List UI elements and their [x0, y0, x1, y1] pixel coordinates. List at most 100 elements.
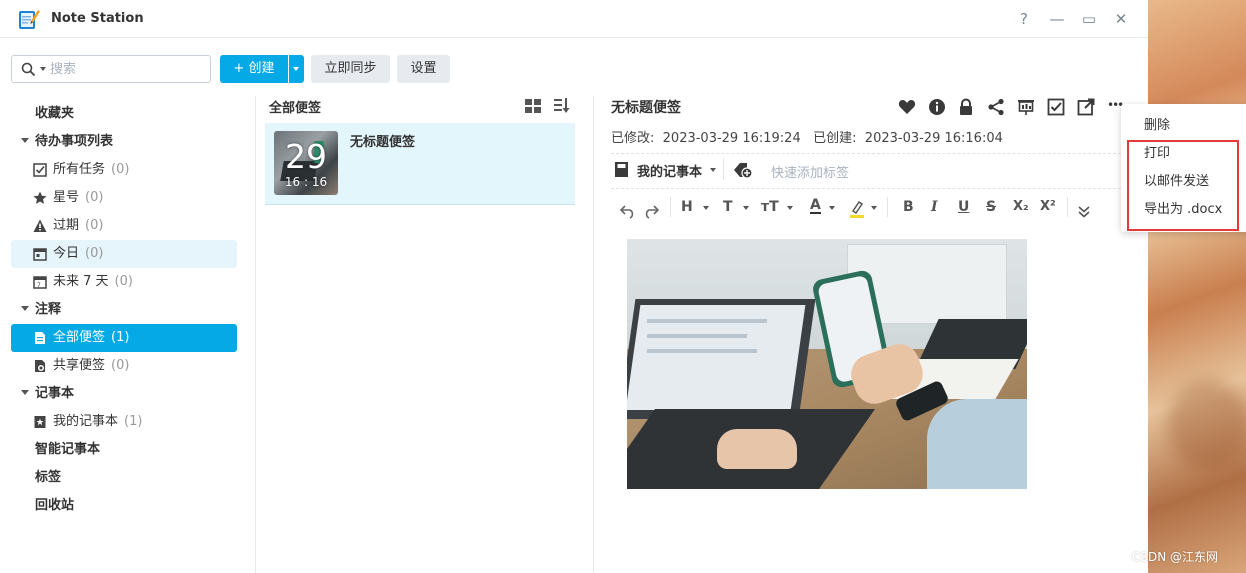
- notebook-name: 我的记事本: [637, 165, 703, 180]
- add-tag-icon[interactable]: [733, 162, 753, 179]
- sidebar-item-label: 我的记事本: [53, 414, 119, 429]
- sync-now-button[interactable]: 立即同步: [311, 55, 390, 83]
- created-time: 2023-03-29 16:16:04: [864, 131, 1003, 146]
- sidebar-item-label: 全部便签: [53, 330, 106, 345]
- notes-list-title: 全部便签: [269, 101, 322, 116]
- italic-button[interactable]: I: [931, 196, 938, 218]
- sidebar-section-notebooks[interactable]: 记事本: [11, 380, 74, 408]
- note-meta: 已修改: 2023-03-29 16:19:24 已创建: 2023-03-29…: [611, 131, 1003, 146]
- sidebar-item-overdue[interactable]: 过期 (0): [11, 212, 237, 240]
- count-badge: (0): [85, 190, 104, 205]
- sidebar-item-all-notes[interactable]: 全部便签 (1): [11, 324, 237, 352]
- presentation-icon[interactable]: [1017, 98, 1037, 118]
- settings-button[interactable]: 设置: [397, 55, 450, 83]
- sidebar-item-label: 过期: [53, 218, 80, 233]
- chevron-down-icon: [787, 206, 793, 210]
- star-icon: [33, 191, 47, 204]
- calendar-week-icon: 7: [33, 276, 47, 289]
- sidebar-item-label: 所有任务: [53, 162, 106, 177]
- search-icon: [21, 62, 36, 77]
- sort-icon[interactable]: [554, 98, 570, 114]
- sidebar-item-today[interactable]: 今日 (0): [11, 240, 237, 268]
- checkbox-icon: [33, 163, 47, 177]
- sidebar-item-label: 星号: [53, 190, 80, 205]
- sidebar-item-shared-notes[interactable]: 共享便签 (0): [11, 352, 237, 380]
- sidebar-item-smart-notebook[interactable]: 智能记事本: [35, 436, 100, 464]
- sidebar-item-tags[interactable]: 标签: [35, 464, 61, 492]
- underline-button[interactable]: U: [958, 196, 969, 218]
- note-day: 29: [285, 137, 327, 176]
- notebook-icon: [615, 162, 628, 177]
- minimize-button[interactable]: —: [1047, 9, 1067, 29]
- note-station-window: Note Station ? — ▭ ✕ + 创建 立即同步 设置 收藏夹 待办…: [0, 0, 1148, 573]
- maximize-button[interactable]: ▭: [1079, 9, 1099, 29]
- sidebar-section-todo[interactable]: 待办事项列表: [11, 128, 113, 156]
- modified-time: 2023-03-29 16:19:24: [662, 131, 801, 146]
- note-thumbnail: 29 16 : 16: [274, 131, 338, 195]
- expand-toolbar-icon[interactable]: [1078, 201, 1090, 223]
- sidebar-item-my-notebook[interactable]: 我的记事本 (1): [11, 408, 237, 436]
- sidebar-section-notes[interactable]: 注释: [11, 296, 61, 324]
- chevron-down-icon: [703, 206, 709, 210]
- sidebar-item-recycle-bin[interactable]: 回收站: [35, 492, 74, 520]
- sidebar-item-label: 共享便签: [53, 358, 106, 373]
- info-icon[interactable]: [928, 98, 948, 118]
- collapse-arrow-icon: [21, 390, 29, 395]
- quick-add-tag-input[interactable]: 快速添加标签: [771, 162, 849, 181]
- font-button[interactable]: T: [723, 196, 733, 218]
- note-title-field[interactable]: 无标题便签: [611, 97, 681, 117]
- strikethrough-button[interactable]: S: [986, 196, 996, 218]
- menu-item-delete[interactable]: 删除: [1144, 116, 1170, 136]
- undo-icon[interactable]: [620, 200, 636, 222]
- window-title: Note Station: [51, 11, 144, 26]
- search-box[interactable]: [11, 55, 211, 83]
- watermark: CSDN @江东网: [1132, 550, 1219, 564]
- subscript-button[interactable]: X₂: [1013, 196, 1029, 218]
- highlight-annotation-box: [1127, 140, 1239, 231]
- svg-text:7: 7: [37, 282, 41, 289]
- superscript-button[interactable]: X²: [1040, 196, 1056, 218]
- highlight-icon[interactable]: [849, 198, 865, 220]
- redo-icon[interactable]: [643, 200, 659, 222]
- note-time: 16 : 16: [284, 175, 328, 189]
- note-card[interactable]: 29 16 : 16 无标题便签: [265, 123, 575, 205]
- todo-checkbox-icon[interactable]: [1047, 98, 1067, 118]
- bold-button[interactable]: B: [903, 196, 914, 218]
- collapse-arrow-icon: [21, 138, 29, 143]
- count-badge: (0): [111, 162, 130, 177]
- chevron-down-icon: [710, 168, 716, 172]
- title-bar: Note Station ? — ▭ ✕: [0, 0, 1148, 38]
- lock-icon[interactable]: [957, 98, 977, 118]
- open-in-new-window-icon[interactable]: [1077, 98, 1097, 118]
- divider: [611, 188, 1121, 189]
- create-dropdown-button[interactable]: [289, 55, 304, 83]
- notebook-icon: [34, 416, 46, 428]
- heading-button[interactable]: H: [681, 196, 693, 218]
- notes-list-panel: 全部便签 29 16 : 16 无标题便签: [257, 96, 594, 573]
- search-input[interactable]: [50, 60, 205, 78]
- divider: [611, 153, 1121, 154]
- notes-icon: [35, 332, 45, 344]
- sidebar-item-starred[interactable]: 星号 (0): [11, 184, 237, 212]
- sidebar-item-favorites[interactable]: 收藏夹: [35, 100, 74, 128]
- grid-view-icon[interactable]: [525, 99, 541, 113]
- formatting-toolbar: H T тT A B I U S X₂ X²: [615, 196, 1105, 220]
- create-button[interactable]: + 创建: [220, 55, 288, 83]
- search-options-caret-icon[interactable]: [40, 67, 46, 71]
- favorite-heart-icon[interactable]: [898, 98, 918, 118]
- note-image: [627, 239, 1027, 489]
- warning-icon: [33, 219, 47, 232]
- count-badge: (0): [85, 218, 104, 233]
- share-icon[interactable]: [987, 98, 1007, 118]
- close-button[interactable]: ✕: [1111, 9, 1131, 29]
- desktop-wallpaper: [1148, 0, 1246, 573]
- help-button[interactable]: ?: [1014, 9, 1034, 29]
- count-badge: (1): [124, 414, 143, 429]
- chevron-down-icon: [829, 206, 835, 210]
- sidebar-item-next-7-days[interactable]: 7 未来 7 天 (0): [11, 268, 237, 296]
- count-badge: (0): [85, 246, 104, 261]
- font-color-button[interactable]: A: [810, 196, 821, 214]
- sidebar-item-all-tasks[interactable]: 所有任务 (0): [11, 156, 237, 184]
- font-size-button[interactable]: тT: [761, 196, 779, 218]
- chevron-down-icon: [743, 206, 749, 210]
